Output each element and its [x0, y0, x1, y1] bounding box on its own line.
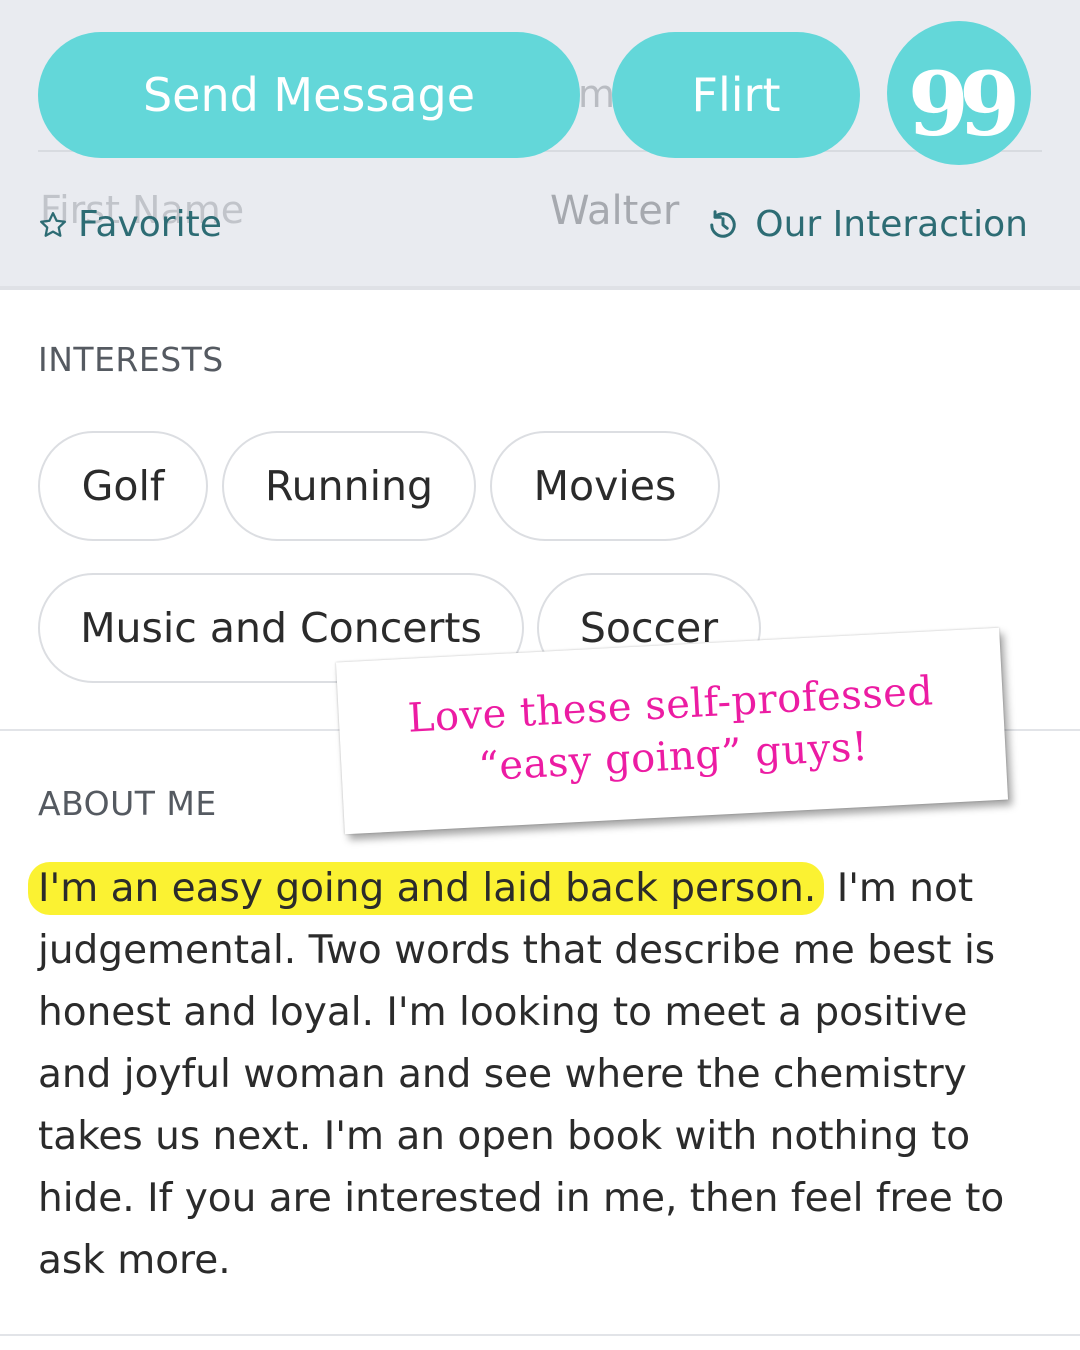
star-outline-icon	[38, 210, 68, 240]
interest-chip-movies: Movies	[490, 431, 720, 541]
ghost-text: m	[578, 72, 616, 116]
about-me-text: I'm an easy going and laid back person. …	[28, 858, 1038, 1292]
our-interaction-button[interactable]: Our Interaction	[705, 204, 1028, 245]
history-clock-icon	[705, 207, 741, 243]
interest-chip-running: Running	[222, 431, 476, 541]
about-me-title: ABOUT ME	[38, 784, 217, 823]
interests-title: INTERESTS	[38, 340, 224, 379]
interest-chip-label: Movies	[533, 462, 677, 510]
favorite-button[interactable]: Favorite	[38, 204, 222, 245]
send-message-button[interactable]: Send Message	[38, 32, 580, 158]
interest-chip-label: Running	[264, 462, 433, 510]
quote-icon: 99	[907, 52, 1021, 156]
interest-chip-golf: Golf	[38, 431, 208, 541]
annotation-note: Love these self-professed “easy going” g…	[335, 627, 1009, 835]
first-name-value: Walter	[550, 188, 680, 234]
highlighted-sentence: I'm an easy going and laid back person.	[28, 862, 825, 915]
interest-chip-label: Golf	[81, 462, 165, 510]
flirt-button[interactable]: Flirt	[612, 32, 860, 158]
flirt-label: Flirt	[691, 68, 781, 122]
favorite-label: Favorite	[78, 204, 222, 245]
profile-header: m Send Message Flirt 99 First Name Walte…	[0, 0, 1080, 290]
our-interaction-label: Our Interaction	[755, 204, 1028, 245]
quote-button[interactable]: 99	[887, 21, 1031, 165]
interest-chip-label: Music and Concerts	[80, 604, 482, 652]
bottom-divider	[0, 1334, 1080, 1336]
send-message-label: Send Message	[142, 68, 476, 122]
about-me-rest: I'm not judgemental. Two words that desc…	[38, 866, 1005, 1283]
annotation-text: Love these self-professed “easy going” g…	[407, 665, 938, 796]
